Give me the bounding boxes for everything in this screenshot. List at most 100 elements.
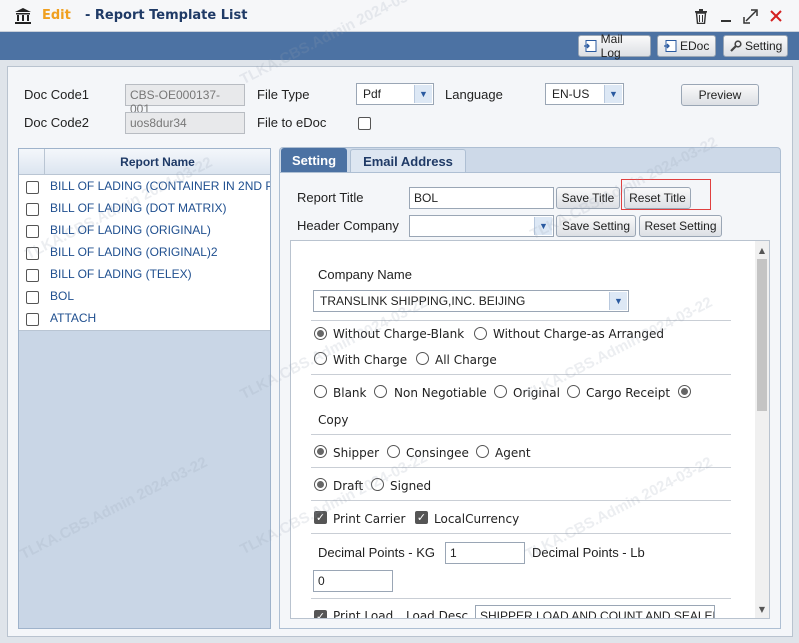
chevron-down-icon: ▼ — [604, 85, 622, 103]
decimal-lb-label: Decimal Points - Lb — [532, 545, 645, 560]
doc-type-option-label: Blank — [333, 386, 367, 400]
local-currency-checkbox[interactable] — [415, 511, 428, 524]
toolbar: Mail Log EDoc Setting — [0, 32, 799, 60]
list-item[interactable]: ATTACH — [19, 308, 270, 330]
scroll-up-icon[interactable]: ▲ — [755, 243, 769, 257]
party-option-label: Agent — [495, 446, 531, 460]
load-desc-input[interactable]: SHIPPER LOAD AND COUNT AND SEALED — [475, 605, 715, 618]
page-title: - Report Template List — [85, 8, 248, 23]
decimal-kg-label: Decimal Points - KG — [318, 545, 436, 560]
charge-option-label: Without Charge-as Arranged — [493, 327, 664, 341]
list-item[interactable]: BILL OF LADING (CONTAINER IN 2ND PAGE) — [19, 176, 270, 198]
company-name-select[interactable]: TRANSLINK SHIPPING,INC. BEIJING ▼ — [313, 290, 629, 312]
report-list: Report Name BILL OF LADING (CONTAINER IN… — [19, 149, 270, 331]
report-title-input[interactable]: BOL — [409, 187, 554, 209]
status-option-label: Draft — [333, 479, 364, 493]
list-item[interactable]: BOL — [19, 286, 270, 308]
preview-button[interactable]: Preview — [681, 84, 759, 106]
header-company-label: Header Company — [297, 218, 399, 233]
charge-option-label: All Charge — [435, 353, 497, 367]
list-item[interactable]: BILL OF LADING (ORIGINAL)2 — [19, 242, 270, 264]
doc-type-option-label: Copy — [318, 413, 349, 427]
party-option-label: Shipper — [333, 446, 380, 460]
close-icon[interactable] — [767, 7, 785, 25]
report-name-header[interactable]: Report Name — [45, 149, 270, 175]
party-radio-consignee[interactable] — [387, 445, 400, 458]
charge-radio-without-arranged[interactable] — [474, 327, 487, 340]
reset-setting-button[interactable]: Reset Setting — [639, 215, 722, 237]
file-type-label: File Type — [257, 87, 310, 102]
doc-type-radio-non-negotiable[interactable] — [374, 385, 387, 398]
divider — [311, 598, 731, 599]
charge-radio-with-charge[interactable] — [314, 352, 327, 365]
chevron-down-icon: ▼ — [414, 85, 432, 103]
charge-radio-all-charge[interactable] — [416, 352, 429, 365]
save-title-button[interactable]: Save Title — [556, 187, 620, 209]
status-option-label: Signed — [390, 479, 432, 493]
divider — [311, 533, 731, 534]
charge-radio-without-blank[interactable] — [314, 327, 327, 340]
tab-setting[interactable]: Setting — [281, 148, 347, 172]
expand-icon[interactable] — [741, 7, 759, 25]
language-select[interactable]: EN-US ▼ — [545, 83, 624, 105]
wrench-icon — [729, 39, 742, 52]
company-name-label: Company Name — [318, 267, 412, 282]
edoc-icon — [663, 40, 677, 52]
save-setting-button[interactable]: Save Setting — [556, 215, 636, 237]
setting-button[interactable]: Setting — [723, 35, 788, 57]
row-checkbox[interactable] — [26, 313, 39, 326]
file-type-select[interactable]: Pdf ▼ — [356, 83, 434, 105]
scrollbar-thumb[interactable] — [757, 259, 767, 411]
print-load-checkbox[interactable] — [314, 610, 327, 618]
list-item[interactable]: BILL OF LADING (ORIGINAL) — [19, 220, 270, 242]
doc-type-radio-cargo-receipt[interactable] — [567, 385, 580, 398]
row-checkbox[interactable] — [26, 203, 39, 216]
decimal-lb-input[interactable]: 0 — [313, 570, 393, 592]
print-carrier-checkbox[interactable] — [314, 511, 327, 524]
options-scroll-area[interactable]: Company Name TRANSLINK SHIPPING,INC. BEI… — [290, 240, 770, 619]
divider — [311, 467, 731, 468]
institution-icon — [15, 8, 31, 24]
vertical-scrollbar[interactable]: ▲ ▼ — [755, 241, 769, 618]
doc-code1-field: CBS-OE000137-001 — [125, 84, 245, 116]
divider — [311, 374, 731, 375]
charge-option-label: With Charge — [333, 353, 408, 367]
party-option-label: Consingee — [406, 446, 469, 460]
tab-email-address[interactable]: Email Address — [350, 149, 466, 172]
chevron-down-icon: ▼ — [609, 292, 627, 310]
status-radio-signed[interactable] — [371, 478, 384, 491]
language-label: Language — [445, 87, 503, 102]
row-checkbox[interactable] — [26, 291, 39, 304]
charge-option-label: Without Charge-Blank — [333, 327, 465, 341]
mail-log-button[interactable]: Mail Log — [578, 32, 651, 60]
row-checkbox[interactable] — [26, 225, 39, 238]
load-desc-label: Load Desc — [406, 609, 469, 619]
file-to-edoc-checkbox[interactable] — [358, 117, 371, 130]
list-item[interactable]: BILL OF LADING (DOT MATRIX) — [19, 198, 270, 220]
doc-type-radio-original[interactable] — [494, 385, 507, 398]
divider — [311, 434, 731, 435]
row-checkbox[interactable] — [26, 269, 39, 282]
party-radio-agent[interactable] — [476, 445, 489, 458]
party-radio-shipper[interactable] — [314, 445, 327, 458]
edoc-button[interactable]: EDoc — [657, 35, 716, 57]
doc-code2-field: uos8dur34 — [125, 112, 245, 134]
report-list-header: Report Name — [19, 149, 270, 175]
minimize-icon[interactable] — [717, 7, 735, 25]
doc-type-option-label: Cargo Receipt — [586, 386, 671, 400]
doc-type-radio-blank[interactable] — [314, 385, 327, 398]
doc-type-radio-copy[interactable] — [678, 385, 691, 398]
divider — [311, 500, 731, 501]
status-radio-draft[interactable] — [314, 478, 327, 491]
decimal-kg-input[interactable]: 1 — [445, 542, 525, 564]
doc-code1-label: Doc Code1 — [24, 87, 90, 102]
list-item[interactable]: BILL OF LADING (TELEX) — [19, 264, 270, 286]
scroll-down-icon[interactable]: ▼ — [755, 602, 769, 616]
trash-icon[interactable] — [692, 7, 710, 25]
row-checkbox[interactable] — [26, 181, 39, 194]
mail-log-icon — [584, 40, 598, 52]
header-company-select[interactable]: ▼ — [409, 215, 554, 237]
row-checkbox[interactable] — [26, 247, 39, 260]
divider — [311, 320, 731, 321]
highlight-box — [621, 179, 711, 210]
